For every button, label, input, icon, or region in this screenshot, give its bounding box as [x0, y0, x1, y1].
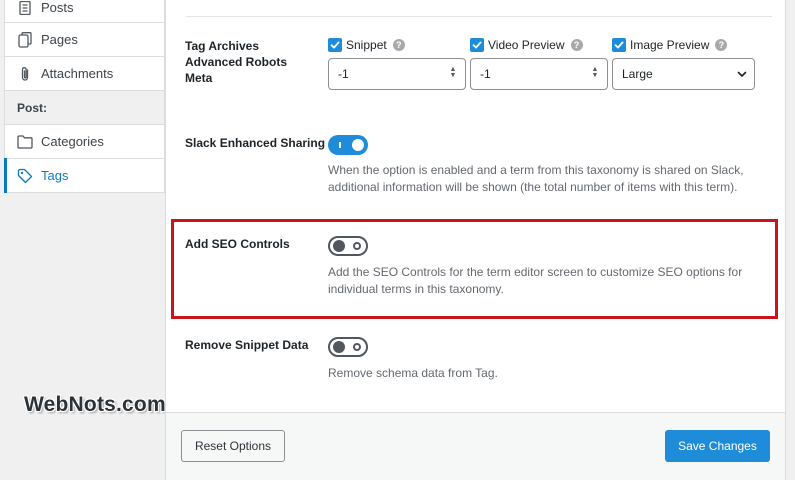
- remove-snippet-description: Remove schema data from Tag.: [328, 366, 498, 380]
- toggle-off-mark: [353, 242, 361, 250]
- pages-icon: [17, 31, 33, 48]
- paperclip-icon: [17, 66, 33, 82]
- help-icon[interactable]: ?: [570, 39, 583, 51]
- document-icon: [17, 0, 33, 16]
- remove-snippet-toggle[interactable]: [328, 337, 368, 357]
- sidebar-item-attachments[interactable]: Attachments: [5, 56, 164, 90]
- sidebar-item-pages[interactable]: Pages: [5, 22, 164, 56]
- toggle-knob: [333, 341, 345, 353]
- settings-footer: Reset Options Save Changes: [166, 412, 786, 480]
- snippet-checkbox[interactable]: [328, 38, 342, 52]
- chevron-down-icon: [737, 71, 747, 77]
- toggle-on-mark: [339, 142, 341, 148]
- video-preview-value: -1: [480, 67, 491, 81]
- seo-controls-description: Add the SEO Controls for the term editor…: [328, 265, 743, 296]
- slack-sharing-toggle[interactable]: [328, 135, 368, 155]
- slack-sharing-label: Slack Enhanced Sharing: [185, 136, 326, 150]
- sidebar-item-posts[interactable]: Posts: [5, 0, 164, 22]
- sidebar-item-label: Pages: [41, 32, 78, 47]
- image-preview-select[interactable]: Large: [612, 58, 755, 90]
- folder-icon: [17, 134, 33, 150]
- sidebar-item-label: Posts: [41, 0, 74, 15]
- divider: [186, 16, 772, 17]
- image-preview-label: Image Preview: [630, 38, 710, 52]
- image-preview-checkbox[interactable]: [612, 38, 626, 52]
- robots-meta-label: Tag Archives Advanced Robots Meta: [185, 39, 288, 85]
- page-gutter: [785, 0, 795, 480]
- help-icon[interactable]: ?: [715, 39, 728, 51]
- sidebar-section-label: Post:: [17, 100, 47, 115]
- sidebar-section-post: Post:: [5, 90, 164, 124]
- tag-icon: [17, 168, 33, 184]
- video-preview-option[interactable]: Video Preview ?: [470, 38, 583, 52]
- help-icon[interactable]: ?: [392, 39, 405, 51]
- toggle-off-mark: [353, 343, 361, 351]
- image-preview-option[interactable]: Image Preview ?: [612, 38, 728, 52]
- video-preview-label: Video Preview: [488, 38, 565, 52]
- sidebar-item-label: Attachments: [41, 66, 114, 81]
- toggle-knob: [352, 139, 364, 151]
- snippet-number-input[interactable]: -1 ▲ ▼: [328, 58, 466, 90]
- snippet-option[interactable]: Snippet ?: [328, 38, 405, 52]
- seo-controls-label: Add SEO Controls: [185, 237, 290, 251]
- video-preview-number-input[interactable]: -1 ▲ ▼: [470, 58, 608, 90]
- seo-controls-toggle[interactable]: [328, 236, 368, 256]
- sidebar-item-categories[interactable]: Categories: [5, 124, 164, 158]
- taxonomy-menu: Posts Pages Attachments Post: Categories: [4, 0, 165, 193]
- slack-sharing-description: When the option is enabled and a term fr…: [328, 163, 744, 194]
- snippet-value: -1: [338, 67, 349, 81]
- sidebar-item-label: Tags: [41, 168, 69, 183]
- number-spinner-icon[interactable]: ▲ ▼: [591, 66, 599, 81]
- image-preview-value: Large: [622, 67, 653, 81]
- save-changes-button[interactable]: Save Changes: [665, 430, 770, 462]
- number-spinner-icon[interactable]: ▲ ▼: [449, 66, 457, 81]
- settings-panel: Tag Archives Advanced Robots Meta Snippe…: [165, 0, 786, 480]
- toggle-knob: [333, 240, 345, 252]
- watermark-logo: WebNots.com: [24, 393, 166, 416]
- remove-snippet-label: Remove Snippet Data: [185, 338, 309, 352]
- sidebar-item-label: Categories: [41, 134, 104, 149]
- settings-sidebar: Posts Pages Attachments Post: Categories: [0, 0, 166, 480]
- video-preview-checkbox[interactable]: [470, 38, 484, 52]
- reset-options-button[interactable]: Reset Options: [181, 430, 285, 462]
- snippet-label: Snippet: [346, 38, 387, 52]
- sidebar-item-tags[interactable]: Tags: [4, 158, 164, 193]
